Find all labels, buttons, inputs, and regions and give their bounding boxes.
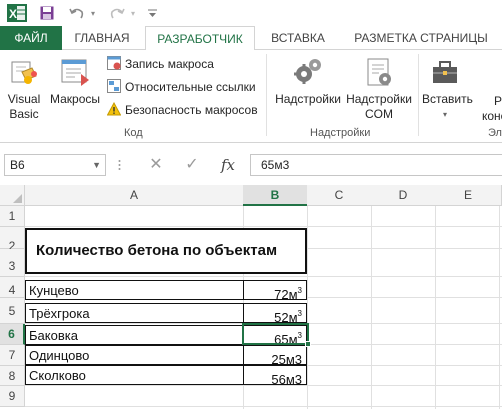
cancel-icon[interactable]: ✕ (146, 155, 166, 175)
tab-file[interactable]: ФАЙЛ (0, 26, 62, 50)
addins-group-label: Надстройки (310, 127, 371, 139)
active-cell-selection (242, 323, 309, 345)
table-row-name[interactable]: Сколково (25, 365, 244, 385)
table-row-name[interactable]: Одинцово (25, 345, 244, 365)
insert-control-label: Вставить (422, 92, 473, 106)
insert-function-icon[interactable]: fx (218, 155, 238, 175)
addins-button[interactable]: Надстройки (274, 56, 342, 107)
table-row-name[interactable]: Кунцево (25, 280, 244, 300)
tab-insert[interactable]: ВСТАВКА (260, 26, 336, 50)
record-macro-label: Запись макроса (125, 57, 214, 71)
row-header-3[interactable]: 3 (0, 249, 25, 277)
ribbon: Visual Basic Макросы Запись макроса Отно… (0, 50, 502, 143)
macros-button[interactable]: Макросы (48, 56, 102, 107)
row-header-2[interactable]: 2 (0, 227, 25, 253)
save-icon[interactable] (38, 3, 56, 23)
properties-partial-label[interactable]: конс (482, 109, 502, 124)
row-header-9[interactable]: 9 (0, 386, 25, 407)
gears-icon (292, 56, 324, 88)
redo-icon[interactable] (106, 3, 128, 23)
row-header-5[interactable]: 5 (0, 298, 25, 324)
name-box-value: B6 (10, 158, 25, 172)
macro-security-button[interactable]: Безопасность макросов (106, 101, 258, 119)
macros-icon (59, 56, 91, 88)
record-macro-icon (107, 56, 121, 70)
visual-basic-icon (8, 56, 40, 88)
relative-refs-label: Относительные ссылки (125, 80, 256, 94)
controls-group-label: Эл (488, 127, 502, 139)
tab-developer[interactable]: РАЗРАБОТЧИК (145, 26, 255, 51)
name-box-dropdown-icon[interactable]: ▼ (92, 155, 101, 175)
name-box[interactable]: B6 ▼ (4, 154, 106, 176)
table-row-name[interactable]: Трёхгрока (25, 303, 244, 323)
design-mode-partial-label[interactable]: Р (494, 94, 502, 109)
column-header-e[interactable]: E (435, 185, 502, 206)
select-all-corner[interactable] (0, 185, 25, 206)
undo-icon[interactable] (66, 3, 88, 23)
warning-icon (106, 101, 122, 116)
undo-dropdown-icon[interactable]: ▾ (88, 3, 98, 23)
row-header-6[interactable]: 6 (0, 324, 25, 345)
row-header-4[interactable]: 4 (0, 277, 25, 298)
tab-home[interactable]: ГЛАВНАЯ (64, 26, 140, 50)
ribbon-tabs: ФАЙЛ ГЛАВНАЯ РАЗРАБОТЧИК ВСТАВКА РАЗМЕТК… (0, 26, 502, 51)
column-header-d[interactable]: D (371, 185, 436, 206)
table-row-value[interactable]: 52м3 (243, 303, 307, 325)
cell-value: 56м3 (271, 372, 302, 387)
redo-dropdown-icon[interactable]: ▾ (128, 3, 138, 23)
com-addins-button[interactable]: Надстройки COM (344, 56, 414, 122)
excel-logo-icon: X (6, 3, 28, 23)
visual-basic-label: Visual Basic (7, 92, 41, 121)
column-header-a[interactable]: A (25, 185, 244, 206)
column-header-c[interactable]: C (307, 185, 372, 206)
quick-access-toolbar: X ▾ ▾ (0, 0, 502, 26)
formula-bar: B6 ▼ ✕ ✓ fx 65м3 (0, 143, 502, 185)
formula-bar-grip-icon[interactable] (118, 159, 121, 171)
customize-qat-icon[interactable] (146, 3, 158, 23)
code-group-label: Код (124, 127, 143, 139)
macro-security-label: Безопасность макросов (125, 103, 258, 117)
table-title-cell[interactable]: Количество бетона по объектам (25, 228, 307, 274)
table-row-value[interactable]: 56м3 (243, 365, 307, 387)
visual-basic-button[interactable]: Visual Basic (4, 56, 44, 122)
cell-value: 72м (274, 287, 298, 302)
addins-label: Надстройки (275, 92, 341, 106)
com-addins-icon (363, 56, 395, 88)
table-row-name[interactable]: Баковка (25, 325, 244, 345)
row-header-1[interactable]: 1 (0, 206, 25, 227)
insert-dropdown-arrow-icon: ▾ (442, 110, 447, 119)
relative-refs-icon (107, 79, 121, 93)
group-divider (266, 54, 267, 136)
com-addins-label: Надстройки COM (346, 92, 412, 121)
insert-control-button[interactable]: Вставить ▾ (422, 56, 473, 122)
formula-input[interactable]: 65м3 (250, 154, 502, 176)
table-row-value[interactable]: 72м3 (243, 280, 307, 302)
excel-logo-letter: X (9, 7, 17, 21)
cell-superscript: 3 (297, 309, 302, 318)
group-divider (418, 54, 419, 136)
enter-icon[interactable]: ✓ (182, 155, 202, 175)
macros-label: Макросы (49, 92, 101, 106)
row-header-7[interactable]: 7 (0, 345, 25, 366)
tab-page-layout[interactable]: РАЗМЕТКА СТРАНИЦЫ (340, 26, 502, 50)
fill-handle[interactable] (305, 341, 311, 347)
toolbox-icon (429, 56, 461, 88)
record-macro-button[interactable]: Запись макроса (107, 55, 214, 73)
cell-superscript: 3 (297, 286, 302, 295)
relative-refs-button[interactable]: Относительные ссылки (107, 78, 256, 96)
column-header-b[interactable]: B (243, 185, 308, 206)
table-row-value[interactable]: 25м3 (243, 345, 307, 367)
row-header-8[interactable]: 8 (0, 366, 25, 386)
